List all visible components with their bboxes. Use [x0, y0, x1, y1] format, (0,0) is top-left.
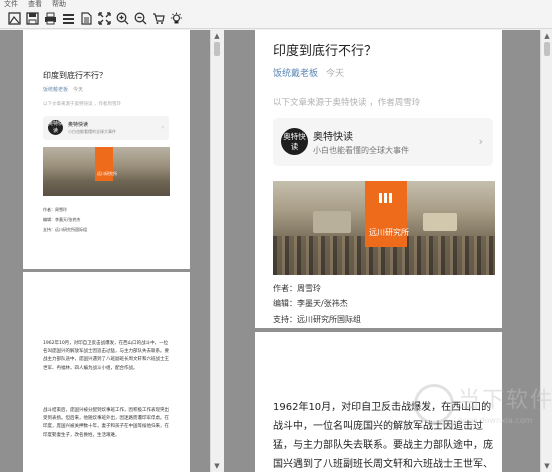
thumb-meta: 饭统戴老板 今天 — [43, 86, 83, 93]
zoom-out-icon[interactable] — [132, 11, 148, 27]
bulb-icon[interactable] — [168, 11, 184, 27]
page-layout-icon[interactable] — [60, 11, 76, 27]
menu-view[interactable]: 查看 — [28, 0, 42, 9]
thumbnail-page-2[interactable]: 1962年10月，对印自卫反击战爆发，在西山口的战斗中，一位名叫庞国兴的解放军战… — [23, 272, 190, 472]
document-icon[interactable] — [78, 11, 94, 27]
scroll-up-arrow-icon[interactable]: ▲ — [543, 32, 551, 40]
photo-bus — [313, 211, 351, 233]
thumb-credit-editor: 编辑：李墨天/张祎杰 — [43, 217, 81, 222]
print-icon[interactable] — [42, 11, 58, 27]
thumb2-paragraph-2: 战斗结束后，庞国兴被分配到炊事班工作，因积极工作表现突出受到表扬。但后来，他随炊… — [43, 408, 169, 438]
thumbnail-scrollbar[interactable]: ▲ ▼ — [210, 30, 222, 472]
account-logo: 奥特快读 — [281, 128, 308, 155]
account-desc: 小白也能看懂的全球大事件 — [313, 146, 409, 155]
photo-flag: 远川研究所 — [365, 181, 409, 247]
thumb-photo-flag: 远川研究所 — [95, 147, 117, 181]
document-page-1: 印度到底行不行？ 饭统戴老板 今天 以下文章来源于奥特快读 ，作者周雪玲 奥特快读… — [255, 30, 502, 328]
app-window: 文件 查看 帮助 印度到底行不行？ 饭统戴老板 今天 以下文章来源于奥特快读 ，… — [0, 0, 552, 472]
thumbnail-page-1[interactable]: 印度到底行不行？ 饭统戴老板 今天 以下文章来源于奥特快读 ，作者周雪玲 奥特快读… — [23, 30, 190, 269]
thumb2-paragraph-1: 1962年10月，对印自卫反击战爆发，在西山口的战斗中，一位名叫庞国兴的解放军战… — [43, 341, 169, 371]
thumb-intro: 以下文章来源于奥特快读 ，作者周雪玲 — [43, 102, 121, 107]
menu-help[interactable]: 帮助 — [52, 0, 66, 9]
scroll-down-arrow-icon[interactable]: ▼ — [213, 462, 221, 470]
thumb-time: 今天 — [73, 87, 84, 93]
fit-page-icon[interactable] — [96, 11, 112, 27]
watermark-logo-icon — [414, 384, 454, 424]
thumb-account-desc: 小白也能看懂的全球大事件 — [68, 129, 116, 134]
thumb-photo: 远川研究所 — [43, 147, 170, 196]
thumb-account-logo: 奥特快读 — [48, 120, 63, 135]
thumb-title: 印度到底行不行？ — [43, 71, 107, 80]
article-source[interactable]: 饭统戴老板 — [273, 69, 318, 79]
article-title: 印度到底行不行？ — [273, 44, 378, 59]
credit-editor: 编辑：李墨天/张祎杰 — [273, 299, 348, 308]
thumb-photo-label: 远川研究所 — [97, 171, 117, 176]
thumb-credit-author: 作者：周雪玲 — [43, 207, 67, 212]
watermark-text: 当下软件 — [458, 388, 552, 413]
menu-bar: 文件 查看 帮助 — [0, 0, 552, 9]
scrollbar-thumb[interactable] — [544, 42, 550, 56]
thumbnail-pane: 印度到底行不行？ 饭统戴老板 今天 以下文章来源于奥特快读 ，作者周雪玲 奥特快读… — [0, 30, 222, 472]
zoom-in-icon[interactable] — [114, 11, 130, 27]
thumb-credit-support: 支持：远川研究所国际组 — [43, 227, 87, 232]
image-icon[interactable] — [6, 11, 22, 27]
watermark: 当下软件 www.downxia.com — [414, 378, 552, 472]
cart-icon[interactable] — [150, 11, 166, 27]
thumb-logo-text: 奥特快读 — [48, 121, 64, 134]
photo-label: 远川研究所 — [369, 228, 409, 237]
account-logo-text: 奥特快读 — [283, 132, 306, 151]
article-meta: 饭统戴老板 今天 — [273, 66, 344, 79]
scrollbar-thumb[interactable] — [214, 42, 220, 56]
research-logo-icon — [379, 193, 393, 203]
toolbar — [0, 9, 552, 29]
thumb-account-name: 奥特快读 — [68, 122, 89, 128]
account-card[interactable]: 奥特快读 奥特快读 小白也能看懂的全球大事件 › — [273, 118, 493, 166]
watermark-url: www.downxia.com — [458, 416, 533, 425]
photo-bus — [423, 213, 457, 231]
thumb-source: 饭统戴老板 — [43, 87, 69, 93]
article-photo: 远川研究所 — [273, 181, 495, 275]
menu-file[interactable]: 文件 — [4, 0, 18, 9]
article-intro: 以下文章来源于奥特快读 ，作者周雪玲 — [273, 98, 421, 108]
credit-support: 支持：远川研究所国际组 — [273, 315, 361, 324]
article-time: 今天 — [326, 69, 345, 79]
account-name: 奥特快读 — [313, 132, 353, 143]
thumb-account-card: 奥特快读 奥特快读 小白也能看懂的全球大事件 › — [43, 116, 169, 140]
scroll-up-arrow-icon[interactable]: ▲ — [213, 32, 221, 40]
chevron-right-icon: › — [478, 135, 483, 148]
credit-author: 作者：周雪玲 — [273, 284, 321, 293]
chevron-right-icon: › — [161, 124, 164, 131]
save-icon[interactable] — [24, 11, 40, 27]
